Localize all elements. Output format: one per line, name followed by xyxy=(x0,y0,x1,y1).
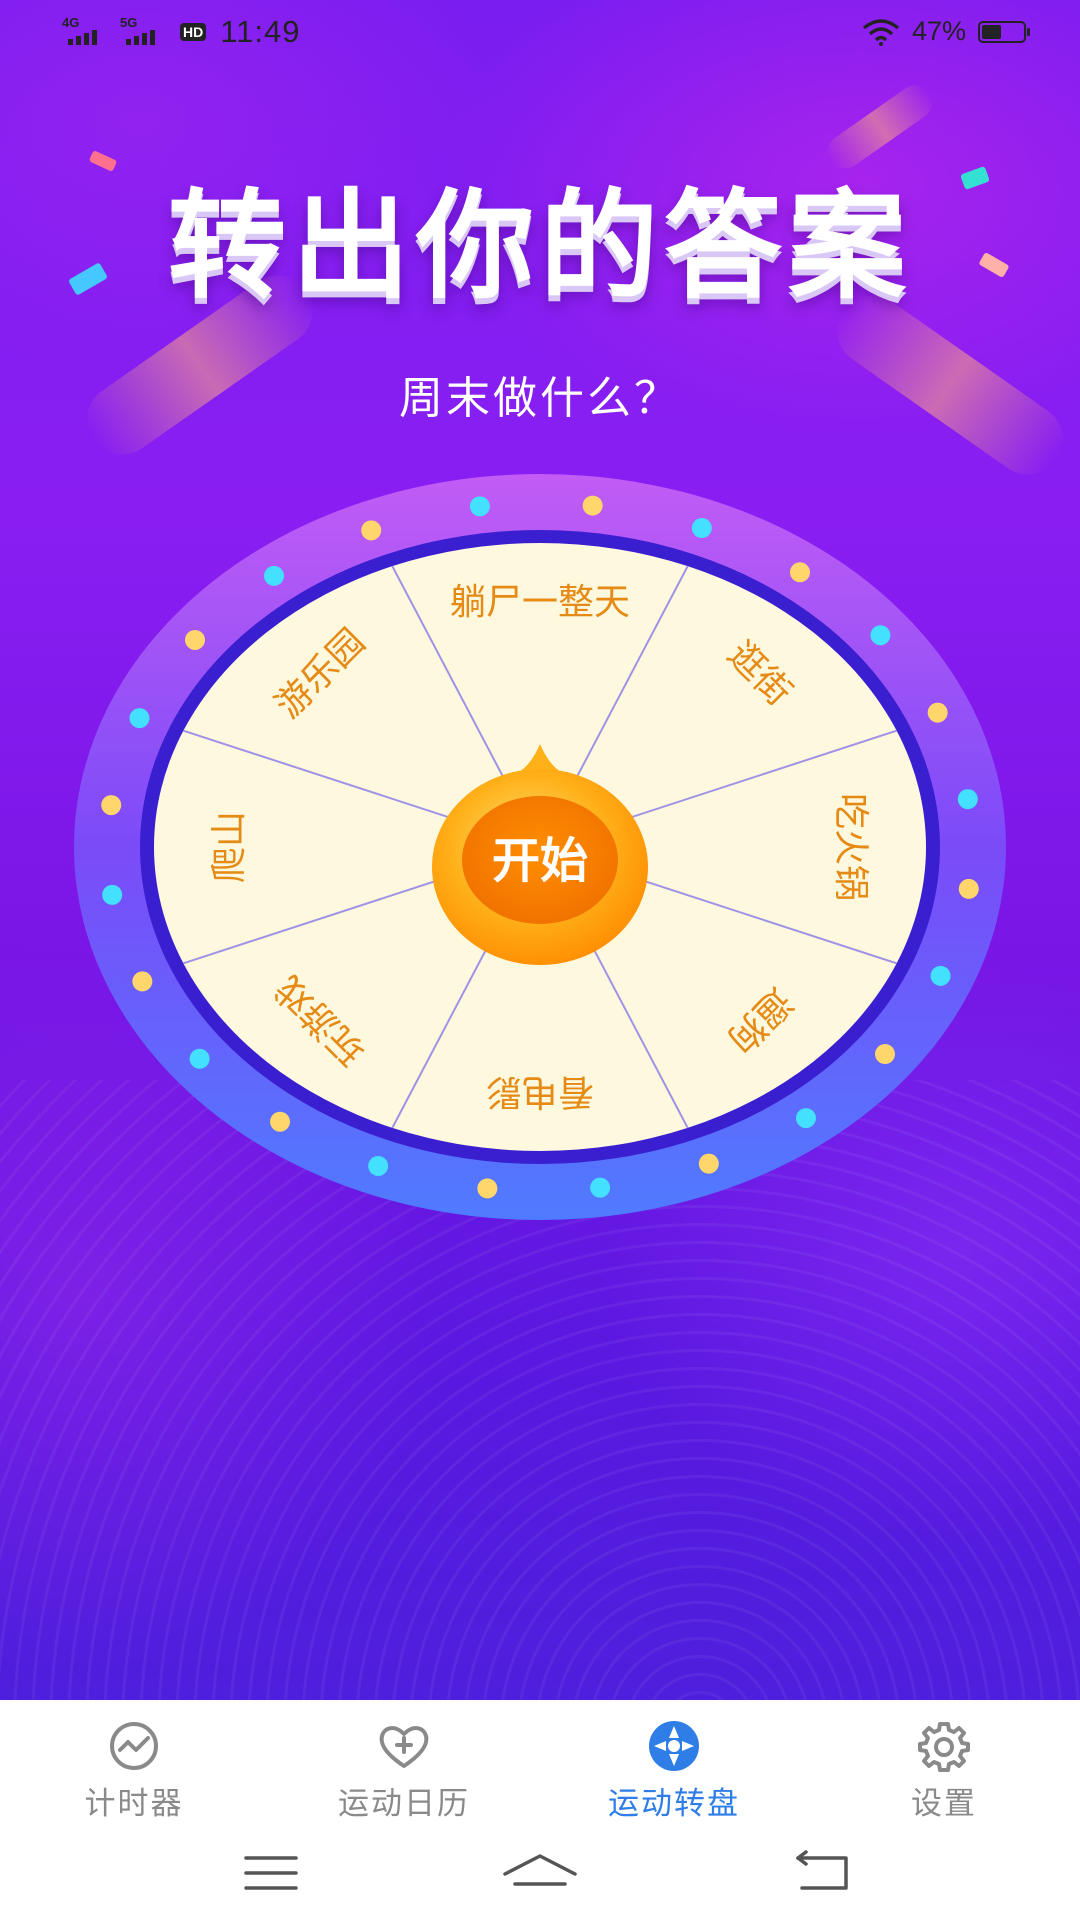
hd-badge: HD xyxy=(180,23,207,41)
rim-light-dot xyxy=(698,1153,719,1174)
gear-icon xyxy=(918,1722,970,1772)
signal-5g-icon: 5G xyxy=(120,15,170,47)
menu-icon[interactable] xyxy=(226,1846,316,1900)
rim-light-dot xyxy=(189,1048,210,1069)
signal-4g-icon: 4G xyxy=(62,15,112,47)
status-bar: 4G 5G HD 11:49 47% xyxy=(0,0,1080,64)
rim-light-dot xyxy=(101,795,122,816)
rim-light-dot xyxy=(264,565,285,586)
heart-plus-icon xyxy=(379,1726,429,1768)
wheel-segment-label: 吃火锅 xyxy=(830,793,871,901)
rim-light-dot xyxy=(958,878,979,899)
rim-light-dot xyxy=(789,562,810,583)
chart-circle-icon xyxy=(110,1722,158,1770)
battery-percent: 47% xyxy=(911,16,966,46)
rim-light-dot xyxy=(930,965,951,986)
battery-icon xyxy=(978,20,1030,43)
rim-light-dot xyxy=(582,495,603,516)
wheel-icon xyxy=(649,1721,699,1771)
rim-light-dot xyxy=(184,629,205,650)
rim-light-dot xyxy=(870,625,891,646)
page-title: 转出你的答案 xyxy=(167,177,912,315)
status-time: 11:49 xyxy=(220,14,301,49)
tab-exercise-calendar[interactable]: 运动日历 xyxy=(274,1718,534,1823)
tab-exercise-wheel[interactable]: 运动转盘 xyxy=(544,1718,804,1823)
rim-light-dot xyxy=(795,1108,816,1129)
back-icon[interactable] xyxy=(778,1846,868,1900)
tab-timer[interactable]: 计时器 xyxy=(4,1718,264,1823)
rim-light-dot xyxy=(361,520,382,541)
rim-light-dot xyxy=(477,1178,498,1199)
prize-wheel[interactable]: 躺尸一整天逛街吃火锅遛狗看电影玩游戏爬山游乐园 开始 xyxy=(72,472,1008,1222)
wheel-question: 周末做什么？ xyxy=(399,373,681,424)
home-icon[interactable] xyxy=(495,1846,585,1900)
tab-settings[interactable]: 设置 xyxy=(814,1718,1074,1823)
rim-light-dot xyxy=(590,1177,611,1198)
rim-light-dot xyxy=(957,789,978,810)
rim-light-dot xyxy=(927,702,948,723)
wheel-segment-label: 爬山 xyxy=(209,811,250,883)
rim-light-dot xyxy=(875,1044,896,1065)
bottom-tab-bar: 计时器 运动日历 运动转盘 设置 xyxy=(0,1700,1080,1830)
wheel-segment-label: 看电影 xyxy=(486,1071,594,1112)
rim-light-dot xyxy=(129,708,150,729)
wheel-segment-label: 躺尸一整天 xyxy=(450,582,630,623)
rim-light-dot xyxy=(270,1111,291,1132)
rim-light-dot xyxy=(691,518,712,539)
system-nav-bar xyxy=(0,1830,1080,1920)
rim-light-dot xyxy=(368,1155,389,1176)
rim-light-dot xyxy=(132,971,153,992)
rim-light-dot xyxy=(469,496,490,517)
rim-light-dot xyxy=(102,884,123,905)
wifi-icon xyxy=(862,18,900,46)
start-button-label: 开始 xyxy=(492,833,588,889)
